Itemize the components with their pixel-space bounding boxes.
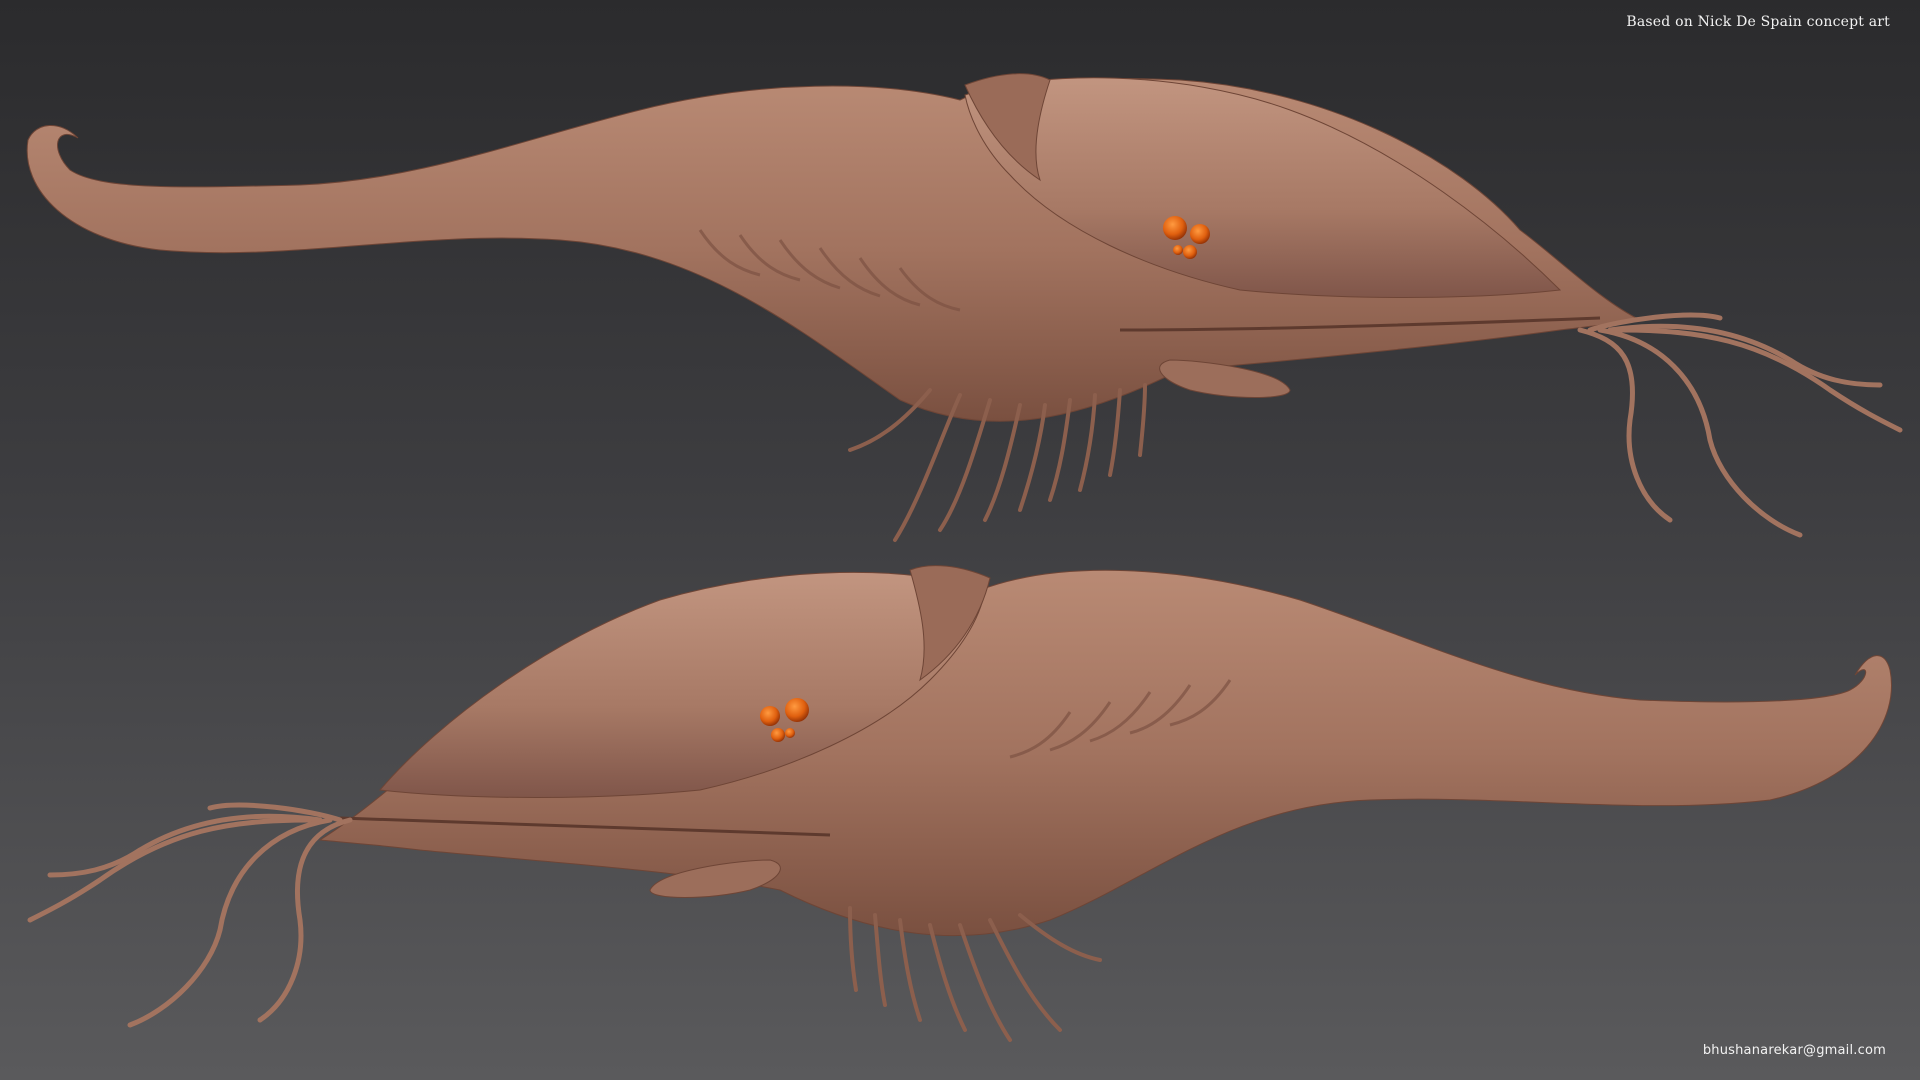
creature-bottom-tentacles bbox=[27, 802, 353, 1028]
creature-top bbox=[26, 73, 1903, 542]
email-caption: bhushanarekar@gmail.com bbox=[1702, 1043, 1886, 1058]
creature-top-fin bbox=[1159, 359, 1291, 398]
render-viewport: Based on Nick De Spain concept art bhush… bbox=[0, 0, 1920, 1080]
credit-caption: Based on Nick De Spain concept art bbox=[1626, 14, 1890, 30]
creature-renders bbox=[26, 73, 1903, 1042]
creature-bottom bbox=[27, 565, 1892, 1042]
creature-top-tentacles bbox=[1577, 312, 1903, 538]
